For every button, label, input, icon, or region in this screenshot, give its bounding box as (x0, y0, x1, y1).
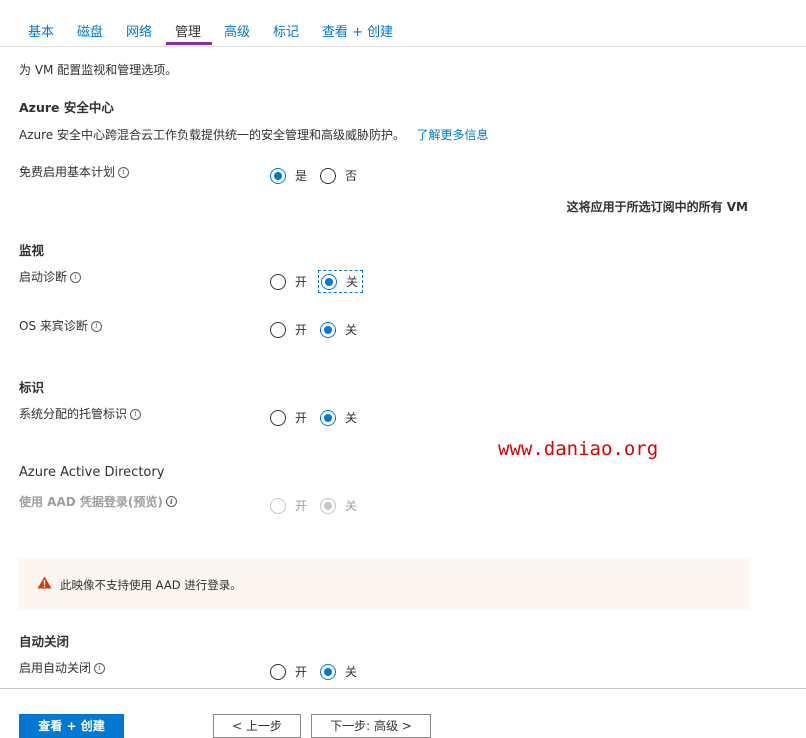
radio-label: 关 (345, 411, 358, 425)
security-center-description: Azure 安全中心跨混合云工作负载提供统一的安全管理和高级威胁防护。 了解更多… (19, 126, 488, 143)
info-icon[interactable]: i (130, 409, 142, 420)
aad-login-label-text: 使用 AAD 凭据登录(预览) (19, 495, 163, 509)
radio-label: 是 (295, 169, 308, 183)
radio-label: 开 (295, 665, 308, 679)
tab-management[interactable]: 管理 (175, 21, 201, 40)
free-plan-no-option[interactable]: 否 (320, 167, 357, 184)
identity-heading: 标识 (19, 380, 45, 395)
radio-checked-icon (320, 497, 337, 514)
managed-identity-label-text: 系统分配的托管标识 (19, 407, 128, 421)
tab-review-create[interactable]: 查看 + 创建 (322, 21, 393, 40)
auto-shutdown-label: 启用自动关闭 i (19, 659, 106, 676)
radio-label: 开 (295, 323, 308, 337)
info-icon[interactable]: i (94, 663, 106, 674)
review-create-button[interactable]: 查看 + 创建 (19, 714, 124, 738)
aad-login-off-option: 关 (320, 497, 357, 514)
aad-login-on-option: 开 (270, 497, 307, 514)
managed-identity-radio-group: 开 关 (270, 409, 370, 426)
free-plan-yes-option[interactable]: 是 (270, 167, 307, 184)
radio-unchecked-icon (270, 497, 286, 514)
radio-checked-icon (321, 273, 338, 290)
radio-label: 否 (345, 169, 358, 183)
radio-label: 开 (295, 411, 308, 425)
auto-shutdown-radio-group: 开 关 (270, 663, 370, 680)
security-center-description-text: Azure 安全中心跨混合云工作负载提供统一的安全管理和高级威胁防护。 (19, 128, 405, 142)
guest-diagnostics-off-option[interactable]: 关 (320, 321, 357, 338)
tab-bar: 基本 磁盘 网络 管理 高级 标记 查看 + 创建 (0, 0, 806, 47)
radio-unchecked-icon (320, 167, 337, 184)
boot-diagnostics-off-option[interactable]: 关 (318, 270, 364, 293)
managed-identity-off-option[interactable]: 关 (320, 409, 357, 426)
info-icon[interactable]: i (118, 167, 130, 178)
aad-warning-banner: 此映像不支持使用 AAD 进行登录。 (19, 559, 749, 609)
radio-label: 开 (295, 499, 308, 513)
radio-label: 关 (345, 323, 358, 337)
warning-text: 此映像不支持使用 AAD 进行登录。 (60, 578, 242, 592)
tab-disks[interactable]: 磁盘 (77, 21, 103, 40)
radio-unchecked-icon (270, 273, 286, 290)
footer-divider (0, 688, 806, 689)
free-plan-label: 免费启用基本计划 i (19, 163, 130, 180)
boot-diagnostics-on-option[interactable]: 开 (270, 273, 307, 290)
radio-checked-icon (320, 321, 337, 338)
aad-heading: Azure Active Directory (19, 465, 165, 480)
security-center-heading: Azure 安全中心 (19, 100, 114, 115)
boot-diagnostics-label: 启动诊断 i (19, 268, 82, 285)
guest-diagnostics-on-option[interactable]: 开 (270, 321, 307, 338)
radio-label: 关 (346, 275, 359, 289)
radio-checked-icon (270, 167, 286, 184)
monitoring-heading: 监视 (19, 243, 45, 258)
active-tab-indicator (166, 42, 212, 45)
subscription-note: 这将应用于所选订阅中的所有 VM (566, 200, 748, 214)
auto-shutdown-off-option[interactable]: 关 (320, 663, 357, 680)
page-intro: 为 VM 配置监视和管理选项。 (19, 63, 178, 77)
radio-checked-icon (320, 409, 337, 426)
auto-shutdown-heading: 自动关闭 (19, 634, 70, 649)
free-plan-label-text: 免费启用基本计划 (19, 165, 116, 179)
learn-more-link[interactable]: 了解更多信息 (416, 128, 488, 142)
tab-advanced[interactable]: 高级 (224, 21, 250, 40)
watermark-text: www.daniao.org (498, 438, 659, 460)
radio-label: 关 (345, 665, 358, 679)
auto-shutdown-label-text: 启用自动关闭 (19, 661, 92, 675)
radio-label: 关 (345, 499, 358, 513)
auto-shutdown-on-option[interactable]: 开 (270, 663, 307, 680)
tab-tags[interactable]: 标记 (273, 21, 299, 40)
radio-unchecked-icon (270, 321, 286, 338)
free-plan-radio-group: 是 否 (270, 167, 370, 184)
radio-unchecked-icon (270, 409, 286, 426)
managed-identity-on-option[interactable]: 开 (270, 409, 307, 426)
boot-diagnostics-radio-group: 开 关 (270, 270, 374, 293)
info-icon[interactable]: i (165, 496, 177, 507)
warning-icon (37, 576, 52, 589)
boot-diagnostics-label-text: 启动诊断 (19, 270, 68, 284)
guest-diagnostics-radio-group: 开 关 (270, 321, 370, 338)
radio-checked-icon (320, 663, 337, 680)
aad-login-radio-group: 开 关 (270, 497, 370, 514)
radio-unchecked-icon (270, 663, 286, 680)
info-icon[interactable]: i (70, 272, 82, 283)
radio-label: 开 (295, 275, 308, 289)
tab-basics[interactable]: 基本 (28, 21, 54, 40)
managed-identity-label: 系统分配的托管标识 i (19, 405, 142, 422)
previous-button[interactable]: < 上一步 (213, 714, 301, 738)
next-button[interactable]: 下一步: 高级 > (311, 714, 431, 738)
guest-diagnostics-label-text: OS 来宾诊断 (19, 319, 88, 333)
info-icon[interactable]: i (90, 321, 102, 332)
aad-login-label: 使用 AAD 凭据登录(预览) i (19, 493, 177, 510)
tab-networking[interactable]: 网络 (126, 21, 152, 40)
guest-diagnostics-label: OS 来宾诊断 i (19, 317, 102, 334)
